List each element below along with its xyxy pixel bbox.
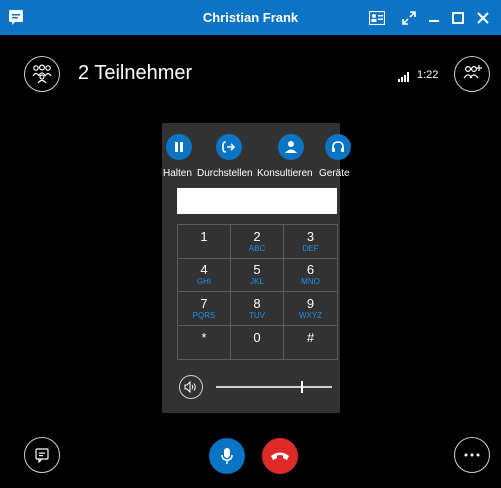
participants-icon <box>32 64 52 84</box>
add-people-icon <box>463 65 482 79</box>
key-hash[interactable]: # <box>284 326 337 360</box>
phone-number-input[interactable] <box>177 188 337 214</box>
headset-icon <box>332 141 344 152</box>
volume-slider[interactable] <box>216 381 332 393</box>
key-6[interactable]: 6 MNO <box>284 259 337 292</box>
add-participant-button[interactable] <box>454 56 490 92</box>
participants-count: 2 Teilnehmer <box>78 62 193 84</box>
hold-button[interactable] <box>159 134 199 160</box>
devices-label: Geräte <box>319 168 350 179</box>
microphone-icon <box>221 448 233 464</box>
keypad: 1 2 ABC 3 DEF 4 GHI 5 JKL 6 MNO 7 PQRS 8 TUV 9W… <box>177 224 338 360</box>
key-7[interactable]: 7 PQRS <box>178 292 231 326</box>
devices-button[interactable] <box>318 134 358 160</box>
call-actions: Halten Durchstellen Konsultieren Geräte <box>159 123 351 183</box>
consult-button[interactable] <box>271 134 311 160</box>
title-bar: Christian Frank <box>0 0 501 35</box>
pause-icon <box>175 142 183 152</box>
more-options-icon <box>464 453 480 457</box>
microphone-button[interactable] <box>209 438 245 474</box>
key-4[interactable]: 4 GHI <box>178 258 231 292</box>
close-icon <box>477 11 489 24</box>
consult-label: Konsultieren <box>257 168 313 179</box>
signal-strength-icon <box>398 69 412 87</box>
speaker-icon <box>184 381 196 393</box>
participants-button[interactable] <box>24 56 60 92</box>
minimize-icon <box>429 19 439 22</box>
speaker-button[interactable] <box>179 375 203 399</box>
hold-label: Halten <box>163 168 192 179</box>
maximize-icon <box>452 11 464 24</box>
key-2[interactable]: 2 ABC <box>231 225 284 259</box>
more-options-button[interactable] <box>454 437 490 473</box>
contact-card-button[interactable] <box>362 0 392 35</box>
transfer-button[interactable] <box>209 134 249 160</box>
key-star[interactable]: * <box>178 325 231 359</box>
contact-card-icon <box>369 10 385 25</box>
dialpad-panel: Halten Durchstellen Konsultieren Geräte … <box>159 123 351 413</box>
transfer-icon <box>222 141 236 153</box>
transfer-label: Durchstellen <box>197 168 253 179</box>
key-0[interactable]: 0 <box>231 325 284 359</box>
close-button[interactable] <box>468 0 498 35</box>
chat-icon <box>35 448 49 463</box>
volume-slider-thumb[interactable] <box>300 381 303 393</box>
key-1[interactable]: 1 <box>178 225 231 259</box>
expand-arrows-icon <box>402 10 416 25</box>
key-5[interactable]: 5 JKL <box>231 258 284 292</box>
volume-control <box>162 371 340 401</box>
chat-button[interactable] <box>24 437 60 473</box>
consult-icon <box>285 141 297 153</box>
key-9[interactable]: 9 WXYZ <box>284 292 337 326</box>
call-timer: 1:22 <box>417 69 439 81</box>
hang-up-button[interactable] <box>262 438 298 474</box>
key-3[interactable]: 3 DEF <box>284 225 337 259</box>
chat-app-icon[interactable] <box>8 9 24 25</box>
hang-up-icon <box>271 452 289 460</box>
key-8[interactable]: 8 TUV <box>231 292 284 326</box>
